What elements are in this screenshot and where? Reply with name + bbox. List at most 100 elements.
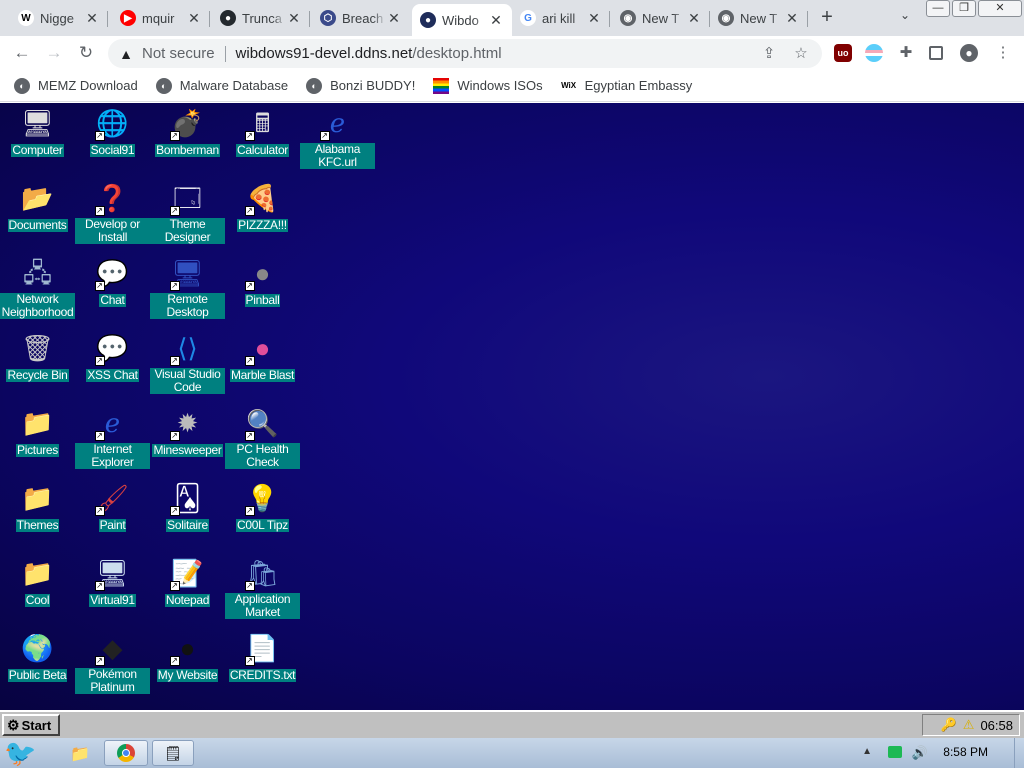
- desktop-icon-bomberman[interactable]: 💣 ↗ Bomberman: [150, 105, 225, 159]
- desktop-icon-label: Solitaire: [166, 518, 209, 532]
- tab-close-icon[interactable]: ✕: [84, 10, 100, 27]
- desktop-icon-remote-desktop[interactable]: 🖥 ↗ Remote Desktop: [150, 255, 225, 321]
- shortcut-arrow-icon: ↗: [244, 131, 255, 141]
- reload-button[interactable]: ↻: [76, 43, 96, 63]
- desktop-icon-cool[interactable]: 📁 Cool: [0, 555, 75, 609]
- desktop-icon-documents[interactable]: 📂 Documents: [0, 180, 75, 234]
- desktop-icon-theme-designer[interactable]: 🗔 ↗ Theme Designer: [150, 180, 225, 246]
- globe-icon: ◐: [14, 77, 30, 94]
- desktop-icon-label: Bomberman: [155, 143, 220, 157]
- desktop-icon-social91[interactable]: 🌐 ↗ Social91: [75, 105, 150, 159]
- os-clock[interactable]: 8:58 PM: [943, 745, 988, 759]
- forward-button[interactable]: →: [44, 43, 64, 63]
- desktop-icon-marble-blast[interactable]: ● ↗ Marble Blast: [225, 330, 300, 384]
- tab-search-dropdown-icon[interactable]: ⌄: [896, 8, 914, 26]
- warning-icon[interactable]: ▲: [118, 46, 134, 62]
- shortcut-arrow-icon: ↗: [244, 431, 255, 441]
- extensions-puzzle-icon[interactable]: ✚: [897, 44, 915, 62]
- icon-glyph: ℯ: [329, 108, 346, 138]
- browser-tab[interactable]: ● Wibdo ✕: [412, 4, 512, 36]
- desktop-icon-calculator[interactable]: 🖩 ↗ Calculator: [225, 105, 300, 159]
- desktop-icon-xss-chat[interactable]: 💬 ↗ XSS Chat: [75, 330, 150, 384]
- tab-close-icon[interactable]: ✕: [186, 10, 202, 27]
- bookmark-label: Egyptian Embassy: [584, 78, 693, 93]
- bookmark-item[interactable]: WiX Egyptian Embassy: [560, 77, 693, 94]
- desktop-icon-label: My Website: [156, 668, 219, 682]
- address-bar[interactable]: ▲ Not secure wibdows91-devel.ddns.net/de…: [108, 39, 822, 68]
- menu-kebab-icon[interactable]: ⋮: [994, 44, 1012, 62]
- desktop-icon-virtual91[interactable]: 🖥 ↗ Virtual91: [75, 555, 150, 609]
- tab-separator: [309, 11, 310, 27]
- tray-clock[interactable]: 06:58: [980, 718, 1013, 733]
- browser-tab[interactable]: Gari kill ✕: [512, 4, 610, 32]
- shortcut-arrow-icon: ↗: [244, 506, 255, 516]
- back-button[interactable]: ←: [12, 43, 32, 63]
- warning-icon[interactable]: ⚠: [963, 717, 975, 733]
- c00l-tipz-icon: 💡 ↗: [244, 480, 281, 516]
- side-panel-icon[interactable]: [929, 46, 943, 60]
- security-status[interactable]: Not secure: [142, 45, 215, 62]
- browser-tab[interactable]: ▶ mquir ✕: [112, 4, 210, 32]
- bookmark-item[interactable]: ◐ MEMZ Download: [14, 77, 138, 94]
- pc-health-check-icon: 🔍 ↗: [244, 405, 281, 441]
- desktop-icon-visual-studio-code[interactable]: ⟨⟩ ↗ Visual Studio Code: [150, 330, 225, 396]
- bookmark-item[interactable]: ◐ Malware Database: [155, 77, 288, 94]
- volume-icon[interactable]: 🔊: [912, 745, 928, 761]
- restore-button[interactable]: ❐: [952, 0, 976, 17]
- start-button[interactable]: ⚙ Start: [2, 714, 60, 736]
- desktop-icon-paint[interactable]: 🖌 ↗ Paint: [75, 480, 150, 534]
- desktop-icon-public-beta[interactable]: 🌍 Public Beta: [0, 630, 75, 684]
- desktop-icon-pizzza[interactable]: 🍕 ↗ PIZZZA!!!: [225, 180, 300, 234]
- profile-avatar-icon[interactable]: ●: [960, 44, 978, 62]
- share-icon[interactable]: ⇪: [760, 45, 778, 63]
- browser-tab[interactable]: ◉ New T ✕: [710, 4, 808, 32]
- desktop-icon-chat[interactable]: 💬 ↗ Chat: [75, 255, 150, 309]
- url-text[interactable]: wibdows91-devel.ddns.net/desktop.html: [236, 45, 502, 62]
- desktop-icon-solitaire[interactable]: 🂡 ↗ Solitaire: [150, 480, 225, 534]
- bookmark-star-icon[interactable]: ☆: [792, 45, 810, 63]
- show-hidden-icons[interactable]: ▲: [862, 746, 872, 757]
- explorer-icon[interactable]: 📁: [70, 744, 90, 764]
- desktop-icon-c00l-tipz[interactable]: 💡 ↗ C00L Tipz: [225, 480, 300, 534]
- desktop-icon-internet-explorer[interactable]: ℯ ↗ Internet Explorer: [75, 405, 150, 471]
- desktop-icon-my-website[interactable]: ● ↗ My Website: [150, 630, 225, 684]
- angry-bird-start-icon[interactable]: 🐦: [4, 738, 48, 768]
- minimize-button[interactable]: —: [926, 0, 950, 17]
- bookmark-item[interactable]: ◐ Bonzi BUDDY!: [306, 77, 415, 94]
- desktop-icon-notepad[interactable]: 📝 ↗ Notepad: [150, 555, 225, 609]
- tab-close-icon[interactable]: ✕: [784, 10, 800, 27]
- desktop-icon-credits-txt[interactable]: 📄 ↗ CREDITS.txt: [225, 630, 300, 684]
- tab-close-icon[interactable]: ✕: [286, 10, 302, 27]
- close-window-button[interactable]: ✕: [978, 0, 1022, 17]
- new-tab-button[interactable]: +: [817, 6, 837, 28]
- desktop-icon-pc-health-check[interactable]: 🔍 ↗ PC Health Check: [225, 405, 300, 471]
- desktop-icon-pok-mon-platinum[interactable]: ◆ ↗ Pokémon Platinum: [75, 630, 150, 696]
- desktop-icon-pictures[interactable]: 📁 Pictures: [0, 405, 75, 459]
- app-taskbar-button[interactable]: 🗒: [152, 740, 194, 766]
- ublock-origin-icon[interactable]: uo: [834, 44, 852, 62]
- show-desktop-button[interactable]: [1014, 738, 1024, 768]
- browser-tab[interactable]: ⬡ Breach ✕: [312, 4, 410, 32]
- icon-glyph: 🖩: [254, 108, 271, 138]
- browser-tab[interactable]: ◉ New T ✕: [612, 4, 710, 32]
- tab-close-icon[interactable]: ✕: [586, 10, 602, 27]
- tab-close-icon[interactable]: ✕: [686, 10, 702, 27]
- extension-icon[interactable]: [865, 44, 883, 62]
- desktop-icon-computer[interactable]: 🖥 Computer: [0, 105, 75, 159]
- browser-tab[interactable]: W Nigge ✕: [10, 4, 108, 32]
- browser-tab[interactable]: ● Trunca ✕: [212, 4, 310, 32]
- desktop-icon-alabama-kfc-url[interactable]: ℯ ↗ Alabama KFC.url: [300, 105, 375, 171]
- battery-icon[interactable]: [888, 746, 902, 758]
- desktop-icon-develop-or-install[interactable]: ❓ ↗ Develop or Install: [75, 180, 150, 246]
- chrome-taskbar-button[interactable]: [104, 740, 148, 766]
- desktop-icon-minesweeper[interactable]: ✹ ↗ Minesweeper: [150, 405, 225, 459]
- bookmark-item[interactable]: Windows ISOs: [433, 77, 543, 94]
- desktop-icon-pinball[interactable]: ● ↗ Pinball: [225, 255, 300, 309]
- desktop-icon-recycle-bin[interactable]: 🗑 Recycle Bin: [0, 330, 75, 384]
- tab-close-icon[interactable]: ✕: [386, 10, 402, 27]
- key-icon[interactable]: 🔑: [941, 717, 957, 733]
- tab-close-icon[interactable]: ✕: [488, 12, 504, 29]
- desktop-icon-network-neighborhood[interactable]: 🖧 Network Neighborhood: [0, 255, 75, 321]
- desktop-icon-themes[interactable]: 📁 Themes: [0, 480, 75, 534]
- desktop-icon-application-market[interactable]: 🛍 ↗ Application Market: [225, 555, 300, 621]
